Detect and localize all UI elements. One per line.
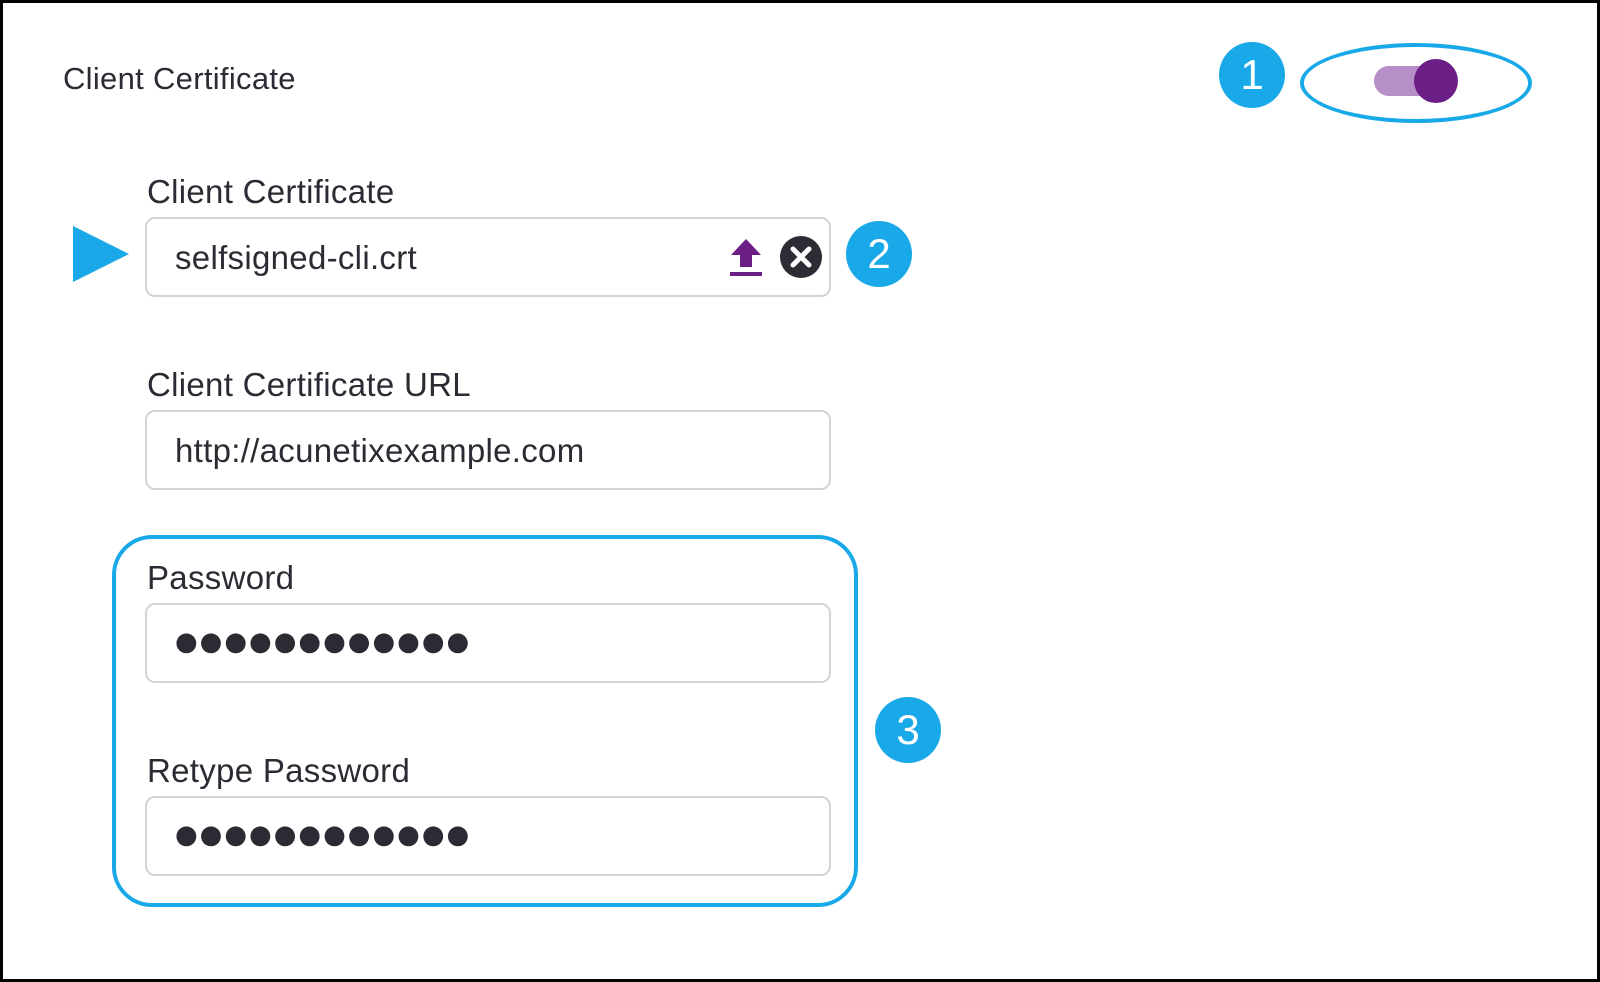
clear-icon[interactable]	[779, 235, 823, 279]
retype-password-input[interactable]: ●●●●●●●●●●●●	[145, 796, 831, 876]
callout-3: 3	[875, 697, 941, 763]
password-masked-value: ●●●●●●●●●●●●	[175, 627, 472, 657]
client-certificate-label: Client Certificate	[147, 173, 395, 210]
upload-icon[interactable]	[729, 237, 763, 279]
section-title: Client Certificate	[63, 61, 296, 96]
client-certificate-url-label: Client Certificate URL	[147, 366, 471, 403]
client-certificate-url-input[interactable]: http://acunetixexample.com	[145, 410, 831, 490]
client-certificate-toggle[interactable]	[1374, 57, 1460, 105]
callout-1: 1	[1219, 42, 1285, 108]
retype-password-label: Retype Password	[147, 752, 411, 789]
client-certificate-panel: Client Certificate 1 Client Certificate …	[0, 0, 1600, 982]
retype-password-masked-value: ●●●●●●●●●●●●	[175, 820, 472, 850]
pointer-arrow-icon	[73, 226, 129, 282]
callout-2: 2	[846, 221, 912, 287]
toggle-knob	[1414, 59, 1458, 103]
client-certificate-url-value: http://acunetixexample.com	[175, 432, 585, 469]
password-input[interactable]: ●●●●●●●●●●●●	[145, 603, 831, 683]
password-label: Password	[147, 559, 295, 596]
client-certificate-filename: selfsigned-cli.crt	[175, 239, 417, 276]
client-certificate-field[interactable]: selfsigned-cli.crt	[145, 217, 831, 297]
